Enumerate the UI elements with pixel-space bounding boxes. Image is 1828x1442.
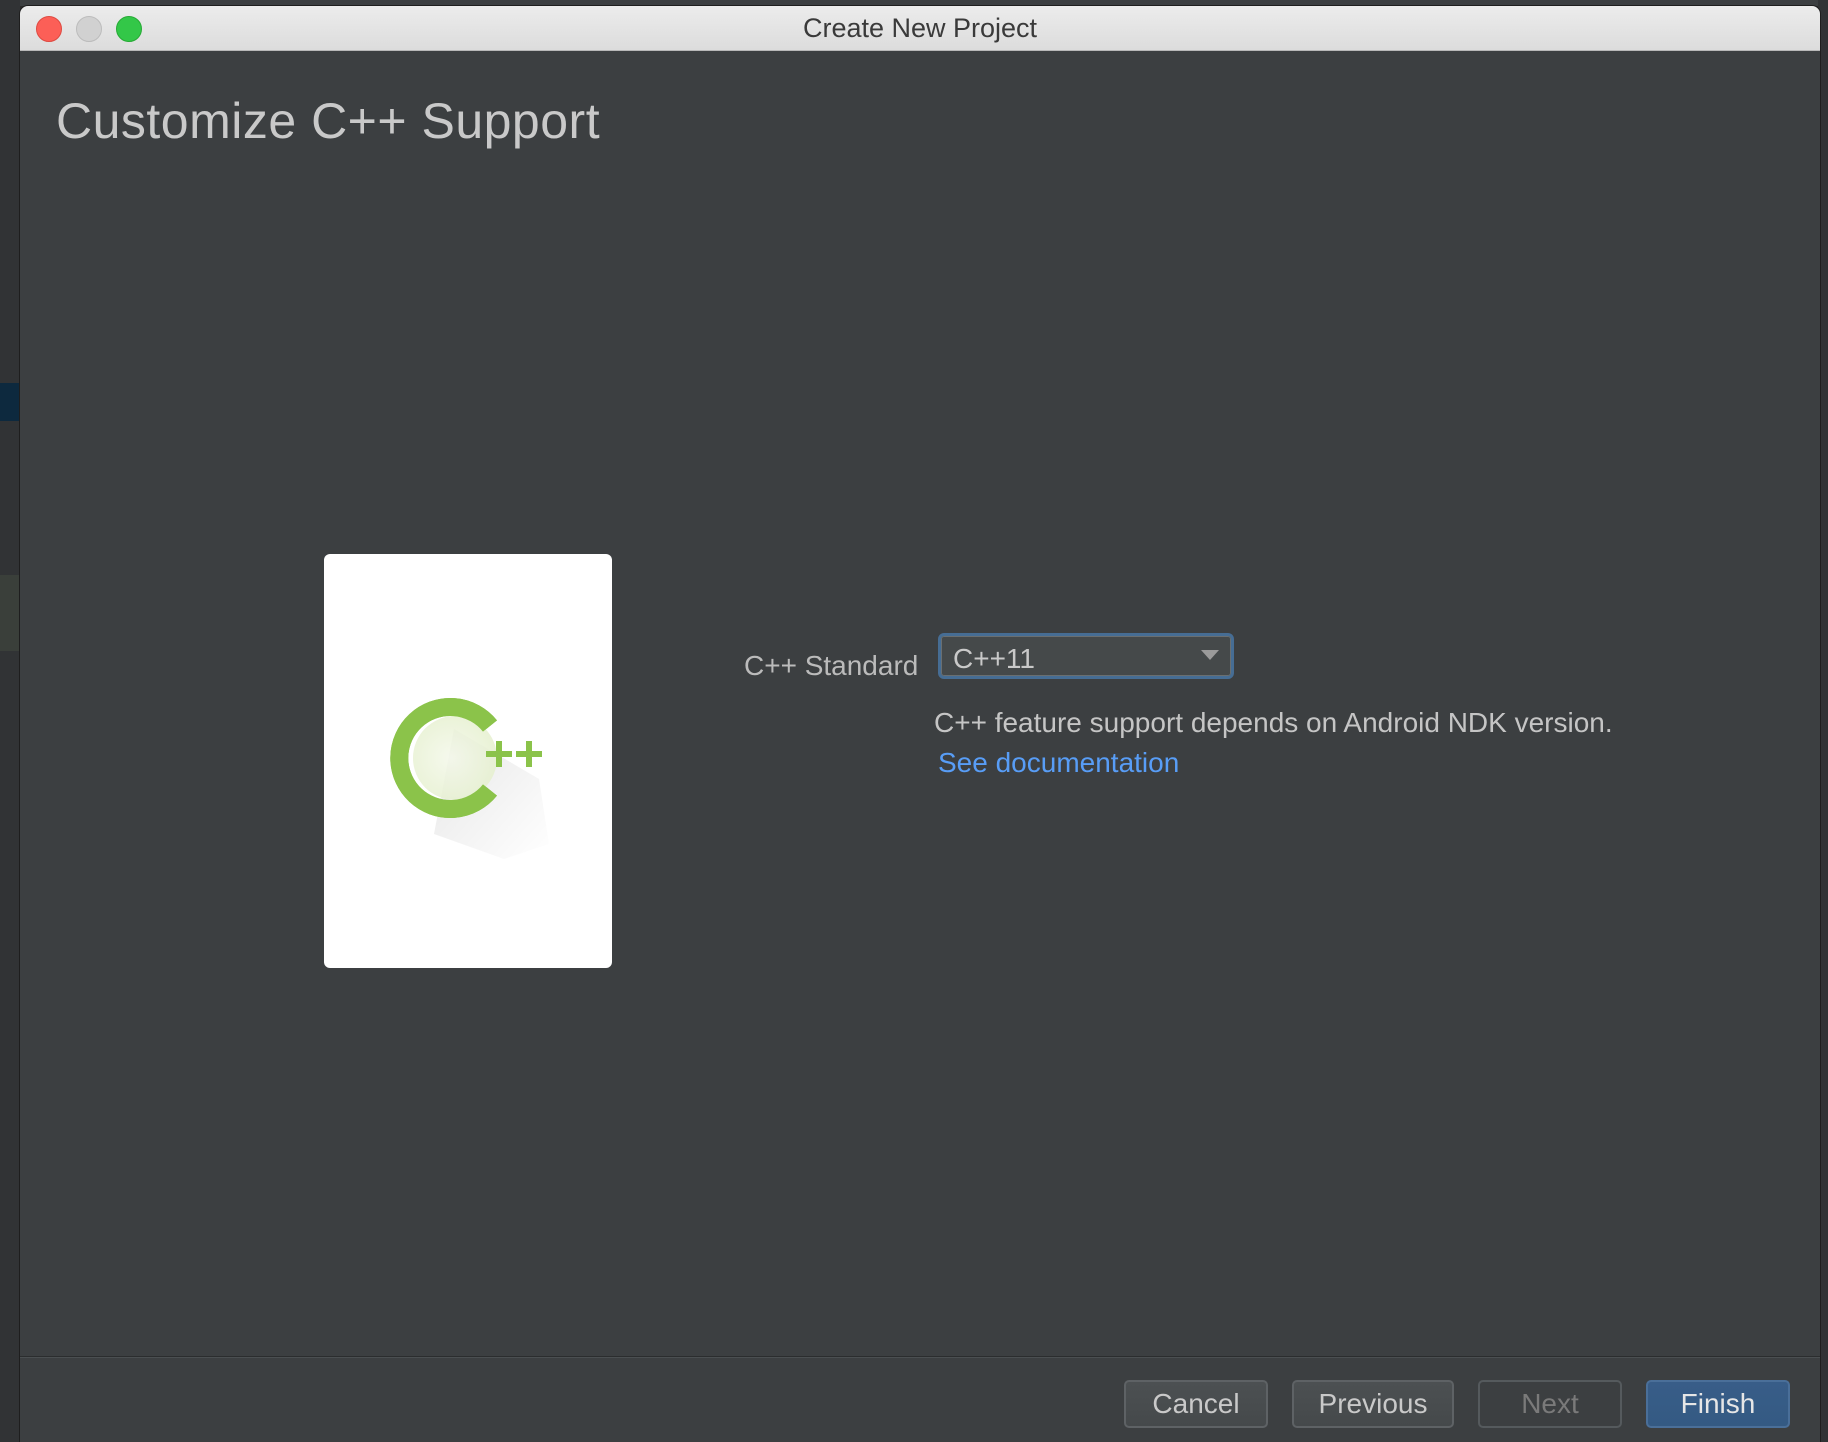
window-title: Create New Project: [802, 13, 1038, 43]
title-bar: Create New Project: [20, 6, 1820, 51]
background-ide-gutter: [0, 575, 20, 651]
cpp-standard-dropdown[interactable]: C++11: [938, 633, 1234, 679]
chevron-down-icon: [1201, 650, 1219, 660]
screen: Create New Project Customize C++ Support: [0, 0, 1828, 1442]
next-button[interactable]: Next: [1478, 1380, 1622, 1428]
background-ide-left-edge: [0, 0, 20, 1442]
cpp-standard-selected-value: C++11: [953, 643, 1035, 674]
see-documentation-link[interactable]: See documentation: [938, 747, 1179, 779]
template-preview-card: [324, 554, 612, 968]
footer-divider-highlight: [20, 1357, 1820, 1358]
create-new-project-dialog: Create New Project Customize C++ Support: [20, 6, 1820, 1442]
cancel-button[interactable]: Cancel: [1124, 1380, 1268, 1428]
ndk-support-hint: C++ feature support depends on Android N…: [934, 707, 1613, 738]
background-ide-selection: [0, 383, 20, 421]
cpp-standard-label: C++ Standard: [744, 650, 919, 681]
cpp-logo-icon: [390, 698, 549, 859]
page-title: Customize C++ Support: [56, 93, 601, 149]
previous-button[interactable]: Previous: [1292, 1380, 1454, 1428]
finish-button[interactable]: Finish: [1646, 1380, 1790, 1428]
